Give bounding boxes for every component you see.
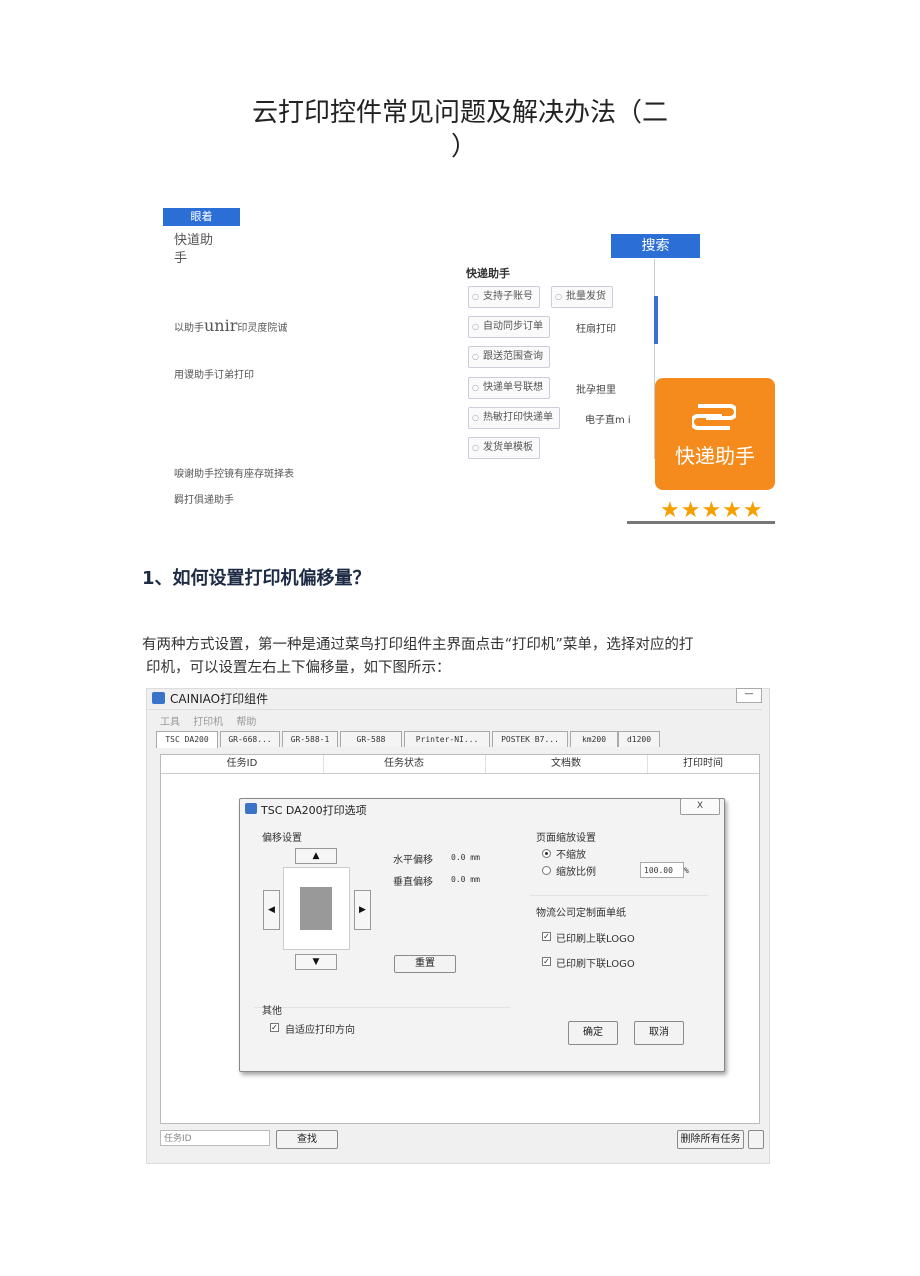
reset-button[interactable]: 重置 (394, 955, 456, 973)
side-label: 电子直m i (585, 415, 631, 426)
scale-ratio-input[interactable]: 100.00 (640, 862, 684, 878)
column-header[interactable]: 任务状态 (323, 755, 486, 773)
tab-printer[interactable]: POSTEK B7... (492, 731, 568, 747)
scale-ratio-radio[interactable] (542, 866, 551, 875)
side-label: 枉扇打印 (576, 324, 616, 335)
extra-button[interactable] (748, 1130, 764, 1149)
title-line-1: 云打印控件常见问题及解决办法（二 (251, 98, 668, 128)
v-offset-label: 垂直偏移 (393, 877, 433, 888)
column-header[interactable]: 打印时间 (647, 755, 759, 773)
app-icon (152, 692, 165, 704)
auto-direction-checkbox[interactable]: ✓ (270, 1023, 279, 1032)
panel-title: 快递助手 (466, 267, 510, 280)
tab-printer[interactable]: TSC DA200 (156, 731, 218, 748)
close-button[interactable]: X (680, 798, 720, 815)
auto-direction-label: 自适应打印方向 (285, 1025, 355, 1036)
feature-pill[interactable]: 发货单模板 (468, 437, 540, 459)
left-item: 快道助 (174, 233, 214, 248)
minimize-button[interactable]: — (736, 688, 762, 703)
left-item: 唳谢助手控镜有座存斑择表 (174, 469, 294, 480)
left-item: 用谡助手订弟打印 (174, 370, 254, 381)
window-title: CAINIAO打印组件 (170, 692, 269, 706)
scale-group-label: 页面缩放设置 (536, 833, 596, 844)
move-right-button[interactable]: ▶ (354, 890, 371, 930)
rating-stars: ★★★★★ (660, 498, 764, 523)
move-up-button[interactable]: ▲ (295, 848, 337, 864)
h-offset-label: 水平偏移 (393, 855, 433, 866)
tab-printer[interactable]: GR-668... (220, 731, 280, 747)
tab-printer[interactable]: d1200 (618, 731, 660, 747)
divider (148, 709, 762, 710)
other-group-label: 其他 (262, 1006, 282, 1017)
column-header[interactable]: 任务ID (161, 755, 324, 773)
divider (530, 895, 708, 896)
menu-item-help[interactable]: 帮助 (236, 717, 256, 728)
tab-printer[interactable]: GR-588 (340, 731, 402, 747)
left-item: 以助手unir印灵度院诚 (174, 316, 288, 335)
move-down-button[interactable]: ▼ (295, 954, 337, 970)
feature-pill[interactable]: 自动同步订单 (468, 316, 550, 338)
search-button[interactable]: 搜索 (611, 234, 700, 258)
tab-printer[interactable]: GR-588-1 (282, 731, 338, 747)
offset-group-label: 偏移设置 (262, 833, 302, 844)
lower-logo-label: 已印刷下联LOGO (556, 959, 635, 970)
page-preview-paper (300, 887, 332, 930)
express-logo-icon (692, 404, 736, 430)
h-offset-value: 0.0 mm (451, 853, 480, 862)
feature-pill[interactable]: 跟送范围查询 (468, 346, 550, 368)
move-left-button[interactable]: ◀ (263, 890, 280, 930)
tab-printer[interactable]: km200 (570, 731, 618, 747)
paragraph: 有两种方式设置，第一种是通过菜鸟打印组件主界面点击“打印机”菜单，选择对应的打 … (142, 634, 782, 680)
menu-bar: 工具 打印机 帮助 (160, 713, 266, 728)
menu-item-printer[interactable]: 打印机 (193, 717, 223, 728)
v-offset-value: 0.0 mm (451, 875, 480, 884)
ok-button[interactable]: 确定 (568, 1021, 618, 1045)
percent-label: % (684, 866, 689, 875)
table-header: 任务ID 任务状态 文档数 打印时间 (161, 755, 759, 774)
cancel-button[interactable]: 取消 (634, 1021, 684, 1045)
app-badge: 快递助手 (655, 378, 775, 490)
no-scale-radio[interactable] (542, 849, 551, 858)
section-heading: 1、如何设置打印机偏移量？ (142, 568, 371, 589)
paragraph-line-1: 有两种方式设置，第一种是通过菜鸟打印组件主界面点击“打印机”菜单，选择对应的打 (142, 637, 694, 653)
find-button[interactable]: 查找 (276, 1130, 338, 1149)
badge-text: 快递助手 (675, 444, 755, 468)
paragraph-line-2: 印机，可以设置左右上下偏移量，如下图所示： (146, 660, 451, 676)
carrier-group-label: 物流公司定制面单纸 (536, 908, 626, 919)
column-header[interactable]: 文档数 (485, 755, 648, 773)
feature-pill[interactable]: 热敏打印快递单 (468, 407, 560, 429)
feature-pill[interactable]: 快递单号联想 (468, 377, 550, 399)
panel-scroll-accent (654, 296, 658, 344)
delete-all-tasks-button[interactable]: 删除所有任务 (677, 1130, 744, 1149)
feature-pill[interactable]: 批量发货 (551, 286, 613, 308)
no-scale-label: 不缩放 (556, 850, 586, 861)
scale-ratio-label: 缩放比例 (556, 867, 596, 878)
side-label: 批孕担里 (576, 385, 616, 396)
dialog-app-icon (245, 803, 257, 814)
task-id-search-input[interactable]: 任务ID (160, 1130, 270, 1146)
title-line-2: ） (450, 132, 477, 162)
feature-pill[interactable]: 支持子账号 (468, 286, 540, 308)
divider (254, 1007, 510, 1008)
page-preview (283, 867, 350, 950)
blue-tag: 眼着 (163, 208, 240, 226)
upper-logo-label: 已印刷上联LOGO (556, 934, 635, 945)
upper-logo-checkbox[interactable]: ✓ (542, 932, 551, 941)
menu-item-tools[interactable]: 工具 (160, 717, 180, 728)
left-item: 羁打俱递助手 (174, 495, 234, 506)
tab-printer[interactable]: Printer-NI... (404, 731, 490, 747)
dialog-title: TSC DA200打印选项 (261, 804, 367, 817)
lower-logo-checkbox[interactable]: ✓ (542, 957, 551, 966)
document-title: 云打印控件常见问题及解决办法（二 ） (0, 96, 920, 164)
left-item: 手 (174, 251, 188, 266)
